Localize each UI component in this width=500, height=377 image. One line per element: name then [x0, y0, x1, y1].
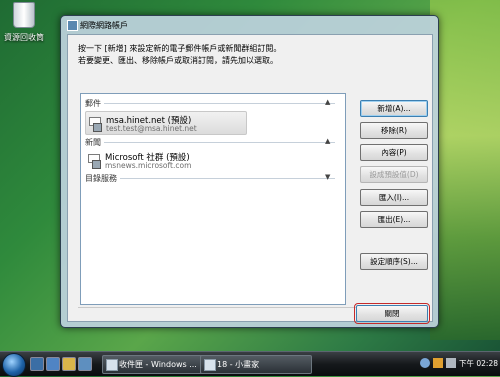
paint-app-icon	[204, 359, 216, 371]
recycle-bin[interactable]: 資源回收筒	[2, 2, 46, 43]
taskbar-item[interactable]: 收件匣 - Windows ...	[102, 355, 214, 374]
account-item[interactable]: msa.hinet.net (預設) test.test@msa.hinet.n…	[85, 111, 247, 135]
chevron-up-icon[interactable]: ▲	[325, 137, 330, 145]
account-email: msnews.microsoft.com	[105, 161, 192, 170]
close-button[interactable]: 關閉	[354, 303, 430, 324]
account-email: test.test@msa.hinet.net	[106, 124, 197, 133]
import-button[interactable]: 匯入(I)...	[360, 189, 428, 206]
chevron-down-icon[interactable]: ▼	[325, 173, 330, 181]
dialog-body: 按一下 [新增] 來設定新的電子郵件帳戶或新聞群組訂閱。 若要變更、匯出、移除帳…	[67, 34, 433, 324]
network-icon[interactable]	[420, 358, 430, 368]
recycle-bin-label: 資源回收筒	[4, 33, 44, 42]
chevron-up-icon[interactable]: ▲	[325, 98, 330, 106]
set-order-button[interactable]: 設定順序(S)...	[360, 253, 428, 270]
group-label: 目錄服務	[85, 174, 120, 183]
title-bar[interactable]: 網際網路帳戶	[61, 16, 438, 34]
instruction-line: 按一下 [新增] 來設定新的電子郵件帳戶或新聞群組訂閱。	[78, 44, 282, 53]
instructions: 按一下 [新增] 來設定新的電子郵件帳戶或新聞群組訂閱。 若要變更、匯出、移除帳…	[78, 43, 418, 67]
clock[interactable]: 下午 02:28	[459, 358, 498, 369]
group-label: 郵件	[85, 99, 104, 108]
group-header-mail[interactable]: 郵件 ▲	[85, 98, 335, 109]
tray-icon[interactable]	[446, 358, 456, 368]
add-button[interactable]: 新增(A)...	[360, 100, 428, 117]
set-default-button[interactable]: 設成預設值(D)	[360, 166, 428, 183]
account-list[interactable]: 郵件 ▲ msa.hinet.net (預設) test.test@msa.hi…	[80, 93, 346, 305]
window-icon	[67, 20, 78, 31]
group-divider	[85, 178, 335, 179]
properties-button[interactable]: 內容(P)	[360, 144, 428, 161]
mail-app-icon	[106, 359, 118, 371]
show-desktop-icon[interactable]	[30, 357, 44, 371]
volume-icon[interactable]	[433, 358, 443, 368]
news-account-icon	[88, 152, 101, 169]
switch-windows-icon[interactable]	[46, 357, 60, 371]
remove-button[interactable]: 移除(R)	[360, 122, 428, 139]
mail-icon[interactable]	[78, 357, 92, 371]
mail-account-icon	[89, 115, 102, 132]
export-button[interactable]: 匯出(E)...	[360, 211, 428, 228]
task-label: 18 - 小畫家	[217, 360, 260, 369]
group-header-news[interactable]: 新聞 ▲	[85, 137, 335, 148]
desktop-wallpaper	[430, 0, 500, 340]
account-item[interactable]: Microsoft 社群 (預設) msnews.microsoft.com	[85, 149, 245, 171]
start-button[interactable]	[2, 353, 26, 377]
group-header-directory[interactable]: 目錄服務 ▼	[85, 173, 335, 184]
taskbar: 收件匣 - Windows ... 18 - 小畫家 下午 02:28	[0, 351, 500, 377]
recycle-bin-icon	[13, 2, 35, 28]
window-title: 網際網路帳戶	[80, 21, 128, 30]
group-divider	[85, 142, 335, 143]
taskbar-item[interactable]: 18 - 小畫家	[200, 355, 312, 374]
group-label: 新聞	[85, 138, 104, 147]
instruction-line: 若要變更、匯出、移除帳戶或取消訂閱，請先加以選取。	[78, 56, 278, 65]
group-divider	[85, 103, 335, 104]
internet-accounts-dialog: 網際網路帳戶 按一下 [新增] 來設定新的電子郵件帳戶或新聞群組訂閱。 若要變更…	[60, 15, 439, 328]
task-label: 收件匣 - Windows ...	[119, 360, 197, 369]
browser-icon[interactable]	[62, 357, 76, 371]
